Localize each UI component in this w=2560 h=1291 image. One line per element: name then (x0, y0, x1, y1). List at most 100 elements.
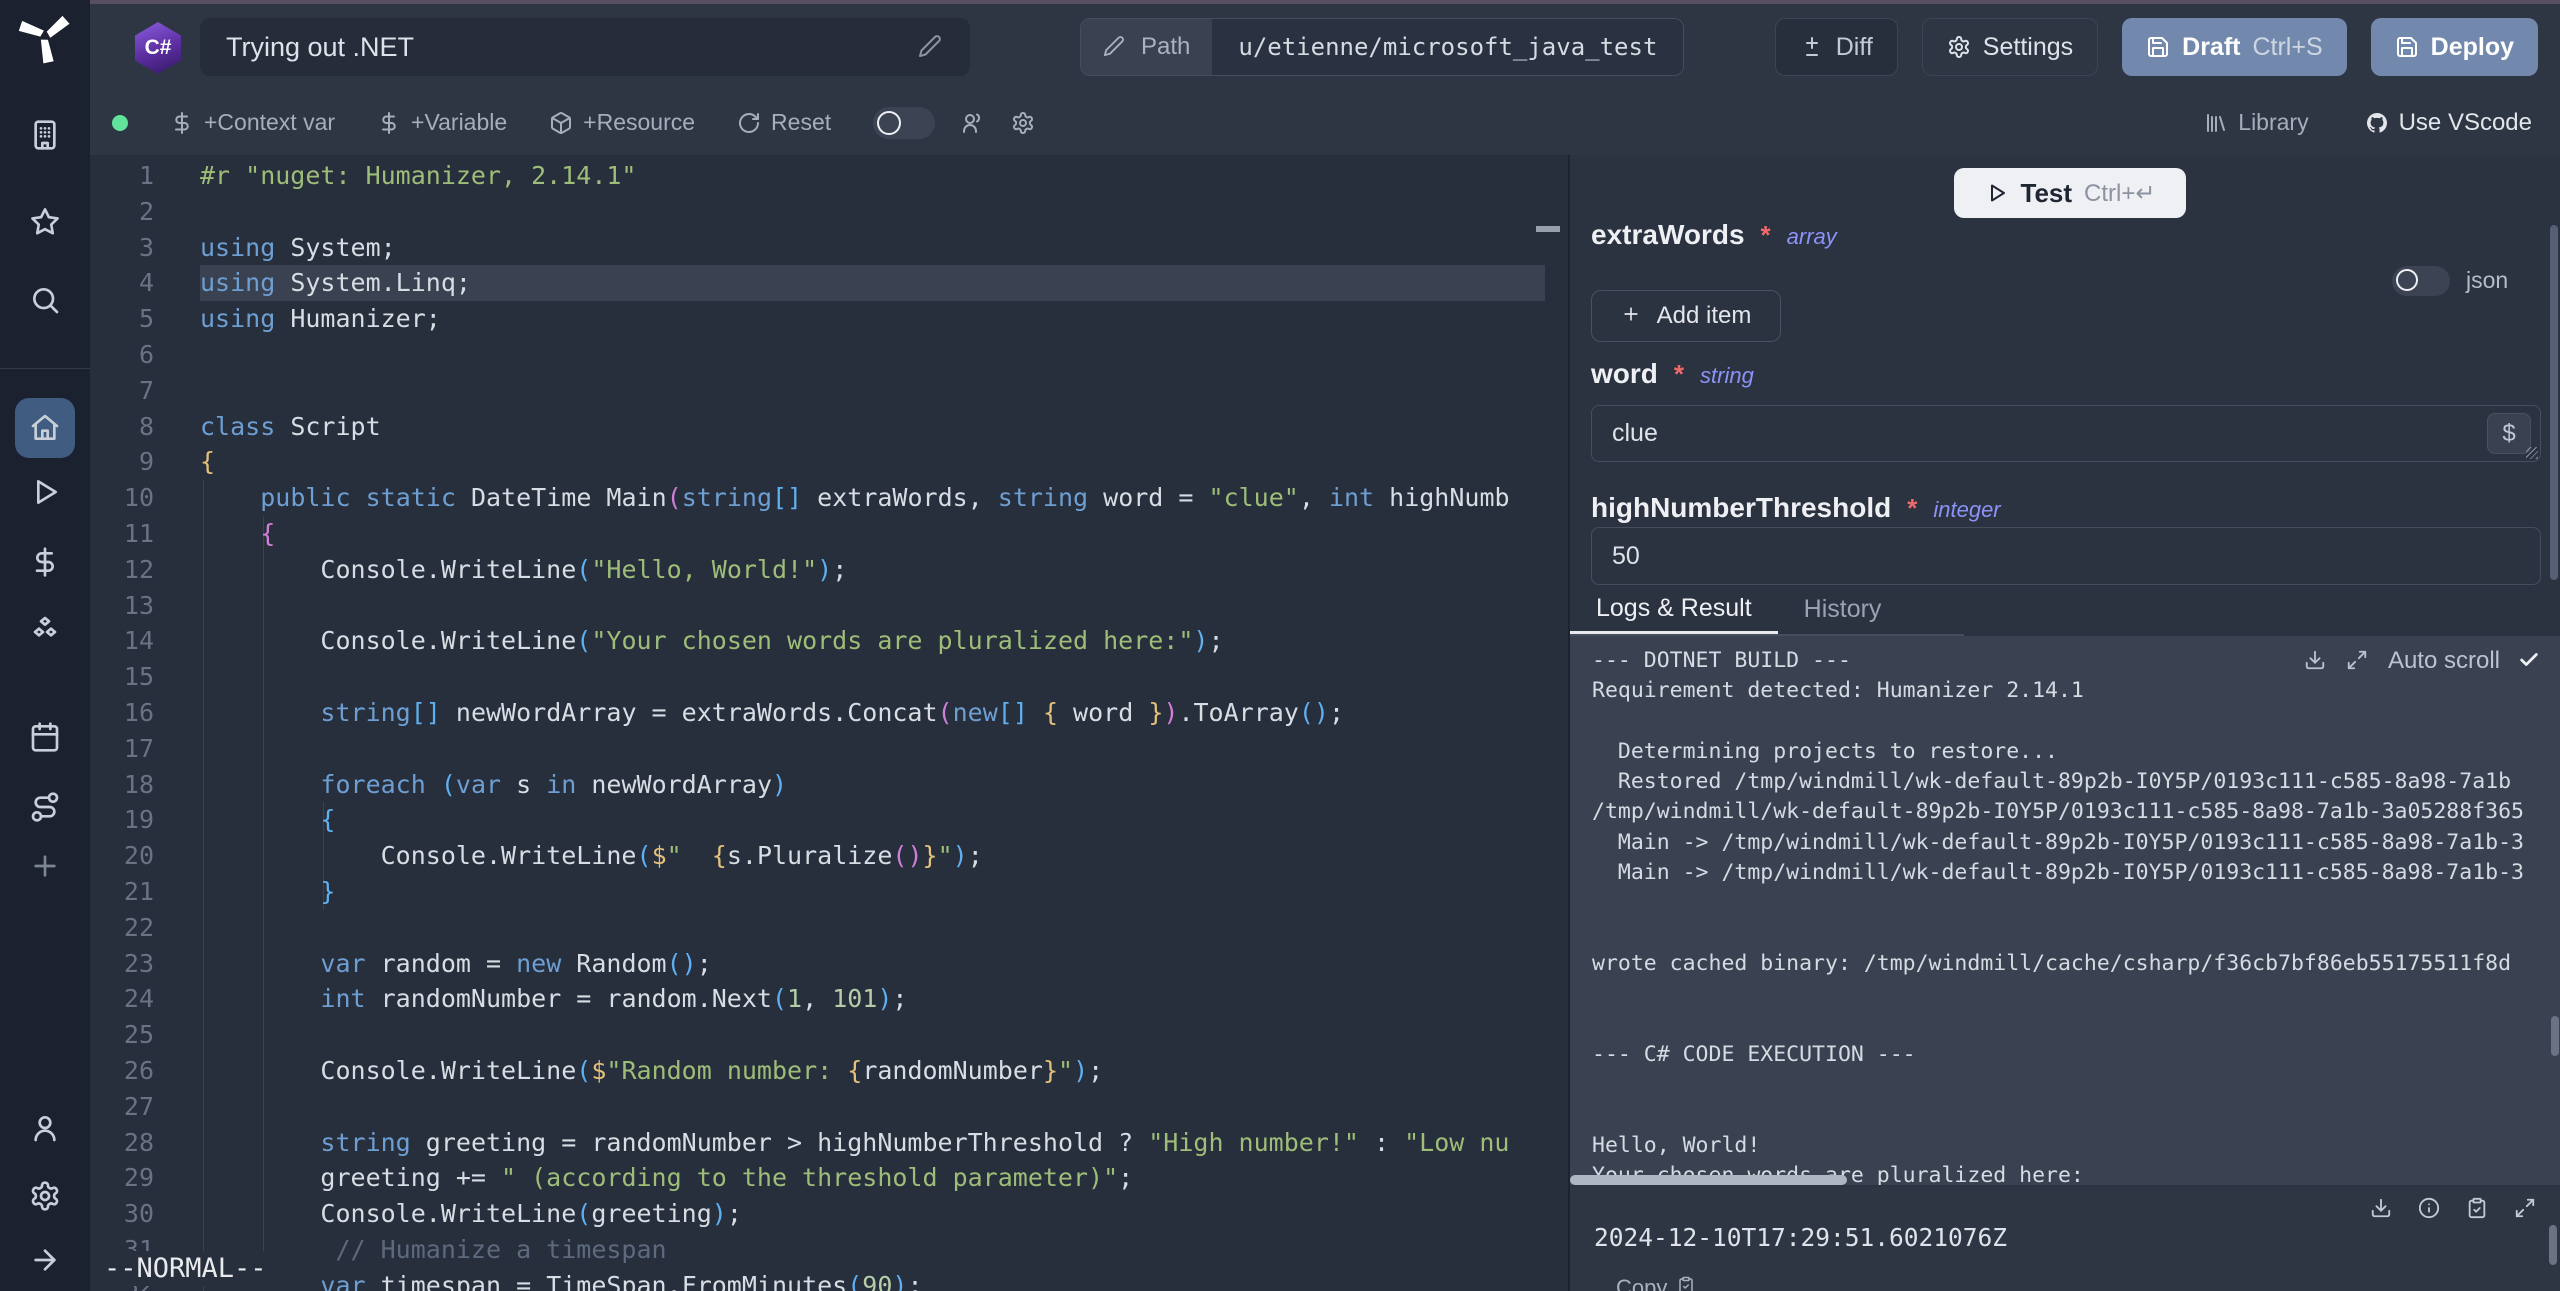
collaborators-button[interactable] (961, 111, 985, 135)
download-result-icon[interactable] (2370, 1197, 2394, 1221)
vim-mode-indicator: --NORMAL-- (102, 1251, 277, 1286)
sidebar-item-calendar[interactable] (0, 721, 90, 753)
library-button[interactable]: Library (2204, 109, 2308, 136)
sidebar-item-dollar[interactable] (0, 546, 90, 578)
threshold-input[interactable]: 50 (1591, 527, 2541, 585)
expand-logs-icon[interactable] (2346, 649, 2370, 673)
code-line-8[interactable]: class Script (200, 409, 1568, 445)
logs-panel[interactable]: --- DOTNET BUILD ---Requirement detected… (1570, 636, 2560, 1185)
assistant-toggle[interactable] (873, 107, 935, 139)
code-line-5[interactable]: using Humanizer; (200, 301, 1568, 337)
sidebar-item-gear[interactable] (0, 1180, 90, 1212)
diff-button[interactable]: Diff (1775, 18, 1898, 76)
field-label-extrawords: extraWords* array (1591, 219, 1837, 251)
draft-shortcut: Ctrl+S (2252, 33, 2322, 62)
sidebar (0, 0, 90, 1291)
code-editor[interactable]: 1234567891011121314151617181920212223242… (90, 155, 1568, 1291)
add-item-button[interactable]: Add item (1591, 290, 1781, 342)
dollar-icon (170, 111, 194, 135)
code-line-2[interactable] (200, 194, 1568, 230)
code-line-20[interactable]: Console.WriteLine($" {s.Pluralize()}"); (200, 838, 1568, 874)
path-field[interactable]: Path u/etienne/microsoft_java_test (1080, 18, 1684, 76)
edit-title-pencil-icon[interactable] (918, 34, 944, 60)
info-icon[interactable] (2418, 1197, 2442, 1221)
code-line-30[interactable]: Console.WriteLine(greeting); (200, 1196, 1568, 1232)
library-icon (2204, 111, 2228, 135)
sidebar-item-search[interactable] (0, 284, 90, 316)
add-context-var-button[interactable]: +Context var (170, 109, 335, 136)
refresh-icon (737, 111, 761, 135)
path-label-group: Path (1081, 19, 1212, 75)
code-line-12[interactable]: Console.WriteLine("Hello, World!"); (200, 552, 1568, 588)
code-line-6[interactable] (200, 337, 1568, 373)
draft-button[interactable]: Draft Ctrl+S (2122, 18, 2347, 76)
code-line-10[interactable]: public static DateTime Main(string[] ext… (200, 480, 1568, 516)
sidebar-item-star[interactable] (0, 206, 90, 238)
code-line-31[interactable]: // Humanize a timespan (200, 1232, 1568, 1268)
form-scrollbar[interactable] (2550, 225, 2558, 580)
sidebar-item-boxes[interactable] (0, 614, 90, 646)
code-line-32[interactable]: var timespan = TimeSpan.FromMinutes(90); (200, 1268, 1568, 1291)
logs-horizontal-scrollbar[interactable] (1570, 1175, 1847, 1185)
json-toggle[interactable] (2392, 266, 2450, 296)
editor-settings-button[interactable] (1011, 111, 1035, 135)
code-line-28[interactable]: string greeting = randomNumber > highNum… (200, 1125, 1568, 1161)
autoscroll-check-icon[interactable] (2518, 649, 2542, 673)
code-line-24[interactable]: int randomNumber = random.Next(1, 101); (200, 981, 1568, 1017)
code-line-13[interactable] (200, 588, 1568, 624)
resize-handle[interactable] (2526, 447, 2538, 459)
code-line-15[interactable] (200, 659, 1568, 695)
word-input[interactable]: clue $ (1591, 405, 2541, 462)
sidebar-item-building[interactable] (0, 119, 90, 151)
test-button[interactable]: Test Ctrl+↵ (1954, 168, 2186, 218)
code-line-7[interactable] (200, 373, 1568, 409)
script-title-input[interactable]: Trying out .NET (200, 18, 970, 76)
use-vscode-button[interactable]: Use VScode (2365, 109, 2532, 137)
csharp-language-icon: C# (135, 22, 181, 74)
tab-logs-result[interactable]: Logs & Result (1570, 585, 1778, 634)
code-line-11[interactable]: { (200, 516, 1568, 552)
code-line-3[interactable]: using System; (200, 230, 1568, 266)
code-line-29[interactable]: greeting += " (according to the threshol… (200, 1160, 1568, 1196)
expand-result-icon[interactable] (2514, 1197, 2538, 1221)
code-line-27[interactable] (200, 1089, 1568, 1125)
insert-variable-button[interactable]: $ (2487, 413, 2531, 454)
topbar: C# Trying out .NET Path u/etienne/micros… (90, 4, 2560, 90)
code-line-23[interactable]: var random = new Random(); (200, 946, 1568, 982)
code-line-17[interactable] (200, 731, 1568, 767)
sidebar-item-user[interactable] (0, 1112, 90, 1144)
clipboard-icon[interactable] (2466, 1197, 2490, 1221)
download-logs-icon[interactable] (2304, 649, 2328, 673)
code-line-16[interactable]: string[] newWordArray = extraWords.Conca… (200, 695, 1568, 731)
deploy-button[interactable]: Deploy (2371, 18, 2538, 76)
add-resource-button[interactable]: +Resource (549, 109, 695, 136)
code-line-4[interactable]: using System.Linq; (200, 265, 1568, 301)
code-line-14[interactable]: Console.WriteLine("Your chosen words are… (200, 623, 1568, 659)
sidebar-item-plus[interactable] (0, 850, 90, 882)
logs-vertical-scrollbar[interactable] (2551, 1016, 2559, 1056)
line-numbers: 1234567891011121314151617181920212223242… (90, 158, 154, 1291)
sidebar-item-home[interactable] (15, 398, 75, 458)
add-variable-button[interactable]: +Variable (377, 109, 507, 136)
windmill-logo-icon[interactable] (17, 8, 73, 64)
code-line-19[interactable]: { (200, 802, 1568, 838)
code-line-1[interactable]: #r "nuget: Humanizer, 2.14.1" (200, 158, 1568, 194)
settings-button[interactable]: Settings (1922, 18, 2098, 76)
path-value[interactable]: u/etienne/microsoft_java_test (1212, 19, 1683, 75)
code-content[interactable]: #r "nuget: Humanizer, 2.14.1" using Syst… (200, 158, 1568, 1291)
code-line-9[interactable]: { (200, 444, 1568, 480)
sidebar-item-play[interactable] (0, 476, 90, 508)
code-line-22[interactable] (200, 910, 1568, 946)
log-controls: Auto scroll (2304, 647, 2542, 675)
result-scrollbar[interactable] (2549, 1225, 2557, 1265)
copy-button[interactable]: Copy (1616, 1275, 1701, 1291)
reset-button[interactable]: Reset (737, 109, 831, 136)
code-line-26[interactable]: Console.WriteLine($"Random number: {rand… (200, 1053, 1568, 1089)
code-line-18[interactable]: foreach (var s in newWordArray) (200, 767, 1568, 803)
result-timestamp: 2024-12-10T17:29:51.6021076Z (1594, 1223, 2007, 1252)
sidebar-item-arrow-right[interactable] (0, 1244, 90, 1276)
tab-history[interactable]: History (1778, 585, 1908, 634)
code-line-25[interactable] (200, 1017, 1568, 1053)
code-line-21[interactable]: } (200, 874, 1568, 910)
sidebar-item-route[interactable] (0, 791, 90, 823)
